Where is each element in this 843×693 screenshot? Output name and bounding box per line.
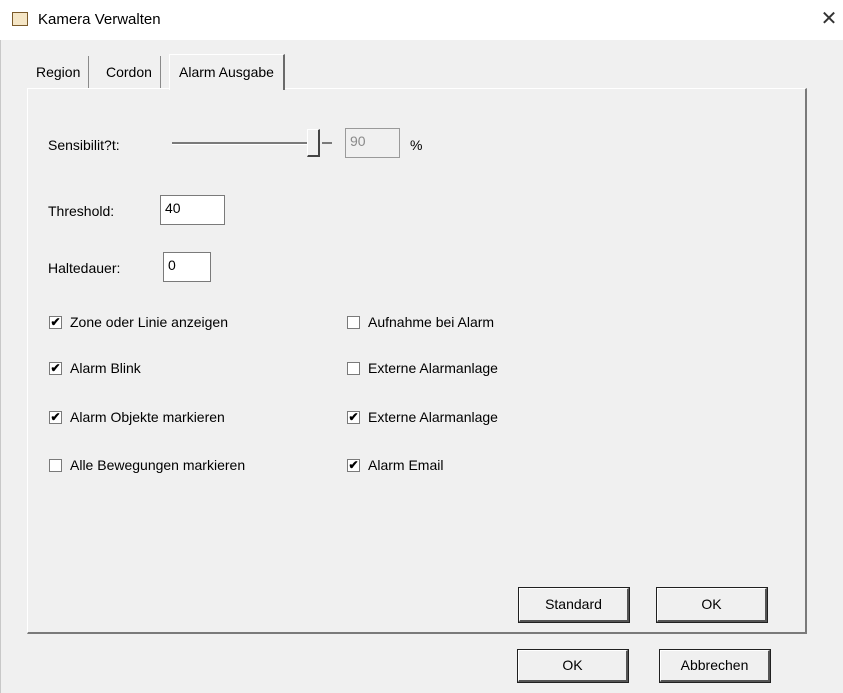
checkbox-aufnahme-bei-alarm[interactable] xyxy=(347,316,360,329)
sensitivity-value-field: 90 xyxy=(345,128,400,158)
checkbox-label: Externe Alarmanlage xyxy=(368,409,498,425)
sensitivity-label: Sensibilit?t: xyxy=(48,137,120,153)
close-icon[interactable]: ✕ xyxy=(818,8,840,30)
haltedauer-input[interactable]: 0 xyxy=(163,252,211,282)
sensitivity-slider-thumb[interactable] xyxy=(307,129,320,157)
window-frame-left xyxy=(0,40,1,693)
checkbox-externe-alarmanlage-1[interactable] xyxy=(347,362,360,375)
standard-button[interactable]: Standard xyxy=(518,587,630,623)
ok-button[interactable]: OK xyxy=(517,649,629,683)
checkbox-alarm-objekte[interactable]: ✔ xyxy=(49,411,62,424)
checkbox-alarm-email[interactable]: ✔ xyxy=(347,459,360,472)
checkbox-externe-alarmanlage-2[interactable]: ✔ xyxy=(347,411,360,424)
tab-alarm-ausgabe[interactable]: Alarm Ausgabe xyxy=(169,54,285,90)
checkbox-label: Zone oder Linie anzeigen xyxy=(70,314,229,330)
cancel-button[interactable]: Abbrechen xyxy=(659,649,771,683)
sensitivity-unit: % xyxy=(410,137,423,153)
tab-region[interactable]: Region xyxy=(28,56,90,88)
sensitivity-slider-track-end xyxy=(322,142,332,144)
sensitivity-slider-track[interactable] xyxy=(172,142,312,145)
tab-cordon[interactable]: Cordon xyxy=(98,56,161,88)
threshold-label: Threshold: xyxy=(48,203,115,219)
window-title: Kamera Verwalten xyxy=(38,11,161,28)
checkbox-label: Alarm Objekte markieren xyxy=(70,409,225,425)
checkbox-label: Alarm Blink xyxy=(70,360,141,376)
checkbox-label: Alle Bewegungen markieren xyxy=(70,457,246,473)
panel-ok-button[interactable]: OK xyxy=(656,587,768,623)
app-icon xyxy=(12,12,28,26)
checkbox-label: Aufnahme bei Alarm xyxy=(368,314,495,330)
checkbox-label: Externe Alarmanlage xyxy=(368,360,498,376)
checkbox-zone-oder-linie[interactable]: ✔ xyxy=(49,316,62,329)
threshold-input[interactable]: 40 xyxy=(160,195,225,225)
checkbox-label: Alarm Email xyxy=(368,457,444,473)
haltedauer-label: Haltedauer: xyxy=(48,260,121,276)
checkbox-alarm-blink[interactable]: ✔ xyxy=(49,362,62,375)
checkbox-alle-bewegungen[interactable] xyxy=(49,459,62,472)
